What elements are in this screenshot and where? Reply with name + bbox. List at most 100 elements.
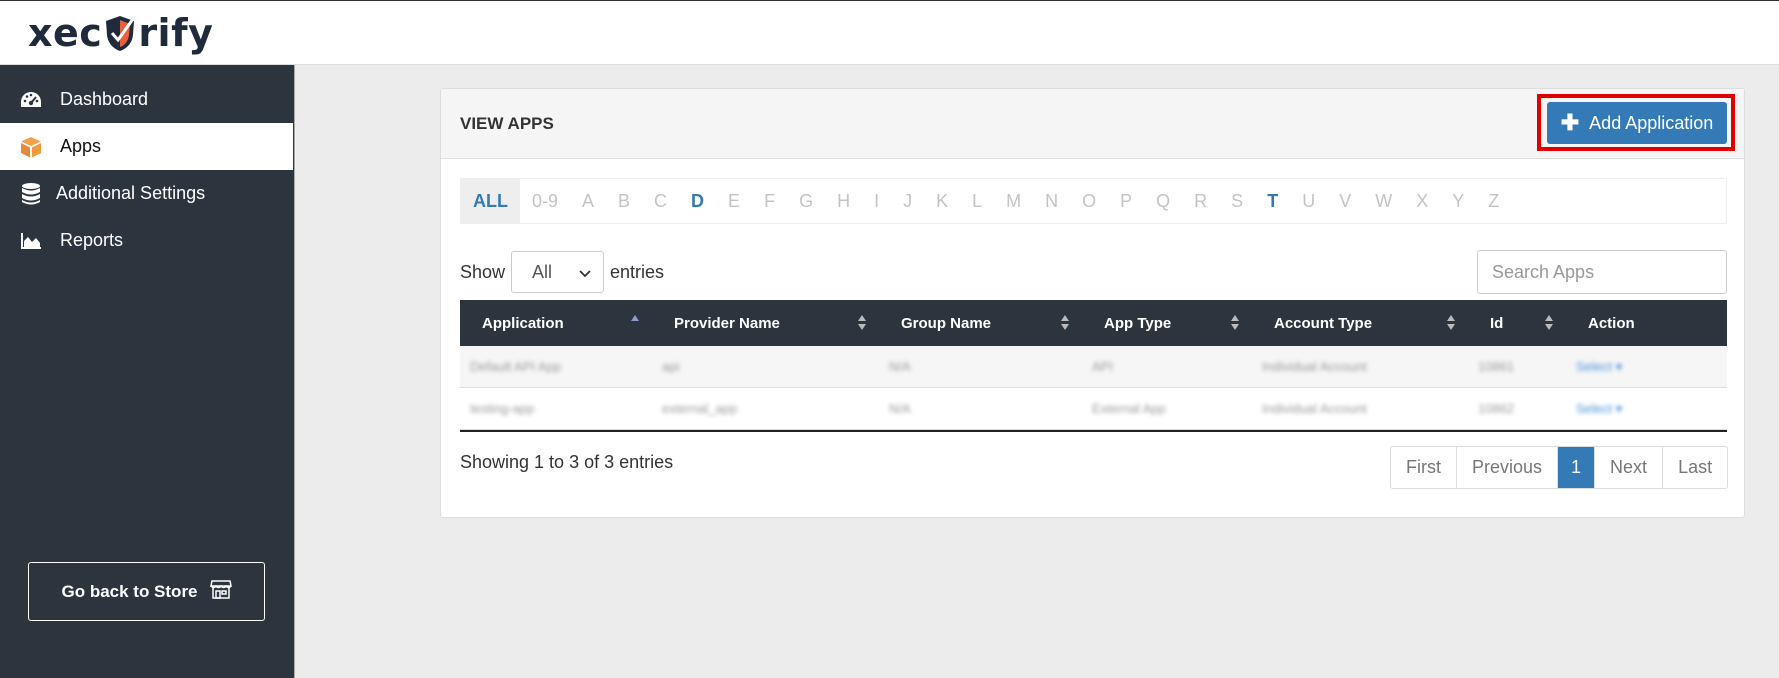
sidebar-item-additional-settings[interactable]: Additional Settings	[0, 170, 293, 217]
alpha-filter-a[interactable]: A	[570, 179, 606, 223]
go-back-to-store-button[interactable]: Go back to Store	[28, 562, 265, 621]
table-row[interactable]: Default API App api N/A API Individual Accou…	[460, 346, 1727, 388]
column-header-group-name[interactable]: Group Name	[879, 300, 1082, 346]
alpha-filter-u[interactable]: U	[1290, 179, 1327, 223]
alphabet-filter: ALL 0-9 A B C D E F G H I J K L M N O P Q R S T U V W X Y Z	[460, 178, 1727, 224]
table-row[interactable]: testing-app external_app N/A External App In…	[460, 388, 1727, 430]
pagination-1-button[interactable]: 1	[1558, 447, 1596, 488]
alpha-filter-t[interactable]: T	[1255, 179, 1290, 223]
alpha-filter-h[interactable]: H	[825, 179, 862, 223]
alpha-filter-v[interactable]: V	[1327, 179, 1363, 223]
column-header-action: Action	[1566, 300, 1727, 346]
logo-text-right: rify	[138, 11, 214, 55]
area-chart-icon	[18, 228, 44, 254]
alpha-filter-e[interactable]: E	[716, 179, 752, 223]
table-body: Default API App api N/A API Individual Accou…	[460, 346, 1727, 430]
column-header-account-type[interactable]: Account Type	[1252, 300, 1468, 346]
table-divider	[460, 430, 1727, 432]
alpha-filter-c[interactable]: C	[642, 179, 679, 223]
alpha-filter-m[interactable]: M	[994, 179, 1033, 223]
sidebar: Dashboard Apps Additional Settings Repor…	[0, 65, 295, 678]
sort-icon	[1061, 315, 1069, 330]
sort-icon	[1231, 315, 1239, 330]
alpha-filter-w[interactable]: W	[1363, 179, 1404, 223]
sidebar-item-dashboard[interactable]: Dashboard	[0, 76, 293, 123]
alpha-filter-n[interactable]: N	[1033, 179, 1070, 223]
alpha-filter-d[interactable]: D	[679, 179, 716, 223]
alpha-filter-s[interactable]: S	[1219, 179, 1255, 223]
table-cell: 10862	[1478, 401, 1515, 416]
column-header-label: Provider Name	[674, 314, 780, 332]
top-bar: xec rify	[0, 0, 1779, 65]
column-header-label: App Type	[1104, 314, 1172, 332]
table-cell: testing-app	[470, 401, 535, 416]
sidebar-item-label: Apps	[60, 136, 102, 156]
database-icon	[18, 181, 44, 207]
view-apps-panel: VIEW APPS ✚ Add Application ALL 0-9 A B C D E F…	[440, 88, 1745, 518]
search-apps-input[interactable]	[1477, 250, 1727, 294]
entries-select[interactable]: All	[511, 251, 605, 293]
alpha-filter-l[interactable]: L	[960, 179, 994, 223]
column-header-label: Group Name	[901, 314, 992, 332]
alpha-filter-j[interactable]: J	[891, 179, 924, 223]
column-header-app-type[interactable]: App Type	[1082, 300, 1252, 346]
table-cell: Default API App	[470, 359, 562, 374]
table-header: Application Provider Name Group Name App Ty…	[460, 300, 1727, 346]
panel-header: VIEW APPS ✚ Add Application	[441, 89, 1744, 159]
alpha-filter-x[interactable]: X	[1404, 179, 1440, 223]
sort-icon	[858, 315, 866, 330]
alpha-filter-g[interactable]: G	[787, 179, 825, 223]
column-header-provider-name[interactable]: Provider Name	[652, 300, 879, 346]
column-header-label: Action	[1588, 314, 1635, 332]
alpha-filter-i[interactable]: I	[862, 179, 891, 223]
sidebar-item-reports[interactable]: Reports	[0, 217, 293, 264]
column-header-label: Application	[482, 314, 564, 332]
page-title: VIEW APPS	[460, 114, 554, 133]
sidebar-item-label: Dashboard	[60, 89, 149, 109]
column-header-label: Account Type	[1274, 314, 1373, 332]
pagination: First Previous 1 Next Last	[1390, 446, 1729, 489]
column-header-id[interactable]: Id	[1468, 300, 1566, 346]
add-application-button[interactable]: ✚ Add Application	[1547, 102, 1727, 144]
alpha-filter-z[interactable]: Z	[1476, 179, 1511, 223]
sort-icon	[1447, 315, 1455, 330]
pagination-first-button[interactable]: First	[1391, 447, 1457, 488]
chevron-down-icon	[579, 262, 591, 283]
table-cell: external_app	[662, 401, 738, 416]
alpha-filter-f[interactable]: F	[752, 179, 787, 223]
pagination-last-button[interactable]: Last	[1663, 447, 1727, 488]
alpha-filter-all[interactable]: ALL	[461, 179, 520, 223]
alpha-filter-k[interactable]: K	[924, 179, 960, 223]
select-action-link[interactable]: Select ▾	[1566, 401, 1727, 417]
sort-icon	[1545, 315, 1553, 330]
entries-select-value: All	[532, 261, 553, 282]
apps-table: Application Provider Name Group Name App Ty…	[460, 300, 1727, 432]
dashboard-icon	[18, 87, 44, 113]
logo[interactable]: xec rify	[28, 11, 213, 55]
alpha-filter-0-9[interactable]: 0-9	[520, 179, 570, 223]
column-header-label: Id	[1490, 314, 1504, 332]
sort-asc-icon	[631, 315, 639, 321]
alpha-filter-p[interactable]: P	[1108, 179, 1144, 223]
cube-icon	[18, 134, 44, 160]
show-entries: Show All entries	[460, 251, 664, 293]
add-application-label: Add Application	[1589, 112, 1714, 133]
entries-suffix: entries	[610, 261, 665, 282]
store-button-label: Go back to Store	[61, 581, 198, 601]
alpha-filter-q[interactable]: Q	[1144, 179, 1182, 223]
alpha-filter-r[interactable]: R	[1182, 179, 1219, 223]
select-action-link[interactable]: Select ▾	[1566, 359, 1727, 375]
store-icon	[209, 579, 232, 604]
table-cell: N/A	[889, 359, 911, 374]
pagination-next-button[interactable]: Next	[1595, 447, 1664, 488]
pagination-previous-button[interactable]: Previous	[1457, 447, 1559, 488]
sidebar-item-apps[interactable]: Apps	[0, 123, 293, 170]
table-info: Showing 1 to 3 of 3 entries	[460, 452, 674, 472]
column-header-application[interactable]: Application	[460, 300, 652, 346]
plus-icon: ✚	[1560, 110, 1580, 135]
table-cell: API	[1092, 359, 1113, 374]
table-cell: External App	[1092, 401, 1166, 416]
alpha-filter-b[interactable]: B	[606, 179, 642, 223]
alpha-filter-o[interactable]: O	[1070, 179, 1108, 223]
alpha-filter-y[interactable]: Y	[1440, 179, 1476, 223]
